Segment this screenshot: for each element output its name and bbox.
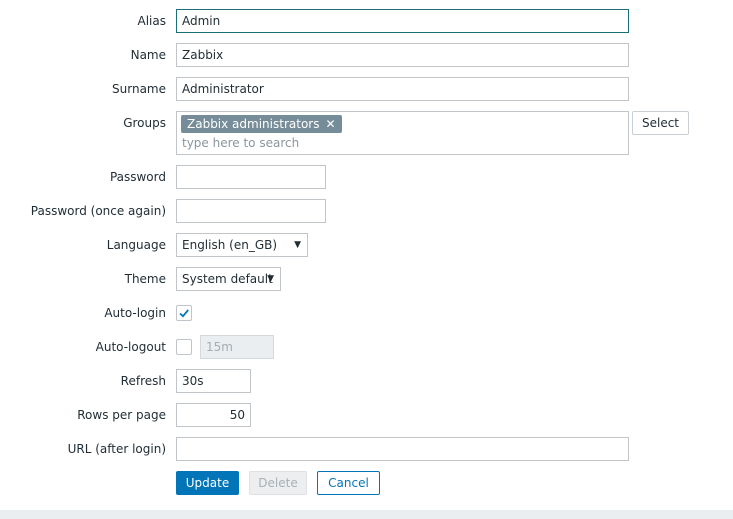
alias-label: Alias bbox=[137, 14, 166, 28]
delete-button: Delete bbox=[249, 471, 307, 495]
surname-input[interactable]: Administrator bbox=[176, 77, 629, 101]
group-chip-label: Zabbix administrators bbox=[187, 117, 320, 131]
password-again-label: Password (once again) bbox=[30, 204, 166, 218]
refresh-input[interactable]: 30s bbox=[176, 369, 251, 393]
autologout-input: 15m bbox=[200, 335, 274, 359]
cancel-button[interactable]: Cancel bbox=[317, 471, 380, 495]
close-icon[interactable]: ✕ bbox=[325, 117, 335, 131]
groups-search-placeholder[interactable]: type here to search bbox=[182, 136, 299, 150]
caret-down-icon: ▼ bbox=[294, 240, 301, 250]
url-label: URL (after login) bbox=[67, 442, 166, 456]
language-label: Language bbox=[106, 238, 166, 252]
autologout-label: Auto-logout bbox=[95, 340, 166, 354]
checkmark-icon bbox=[179, 309, 189, 318]
url-input[interactable] bbox=[176, 437, 629, 461]
alias-input[interactable]: Admin bbox=[176, 9, 629, 33]
groups-label: Groups bbox=[123, 116, 166, 130]
password-label: Password bbox=[109, 170, 166, 184]
name-input[interactable]: Zabbix bbox=[176, 43, 629, 67]
groups-multiselect[interactable]: Zabbix administrators ✕ type here to sear… bbox=[176, 111, 629, 155]
caret-down-icon: ▼ bbox=[267, 274, 274, 284]
password-again-input[interactable] bbox=[176, 199, 326, 223]
name-label: Name bbox=[130, 48, 166, 62]
surname-label: Surname bbox=[112, 82, 166, 96]
password-input[interactable] bbox=[176, 165, 326, 189]
groups-select-button[interactable]: Select bbox=[632, 111, 689, 135]
language-value: English (en_GB) bbox=[182, 238, 278, 252]
refresh-label: Refresh bbox=[120, 374, 166, 388]
autologout-checkbox[interactable] bbox=[176, 339, 192, 355]
rows-per-page-input[interactable]: 50 bbox=[176, 403, 251, 427]
theme-label: Theme bbox=[124, 272, 166, 286]
update-button[interactable]: Update bbox=[176, 471, 239, 495]
language-select[interactable]: English (en_GB) ▼ bbox=[176, 233, 308, 257]
group-chip: Zabbix administrators ✕ bbox=[181, 115, 342, 133]
rows-per-page-label: Rows per page bbox=[77, 408, 166, 422]
footer-bar bbox=[0, 510, 733, 519]
autologin-label: Auto-login bbox=[104, 306, 166, 320]
theme-value: System default bbox=[182, 272, 273, 286]
autologin-checkbox[interactable] bbox=[176, 305, 192, 321]
theme-select[interactable]: System default ▼ bbox=[176, 267, 281, 291]
